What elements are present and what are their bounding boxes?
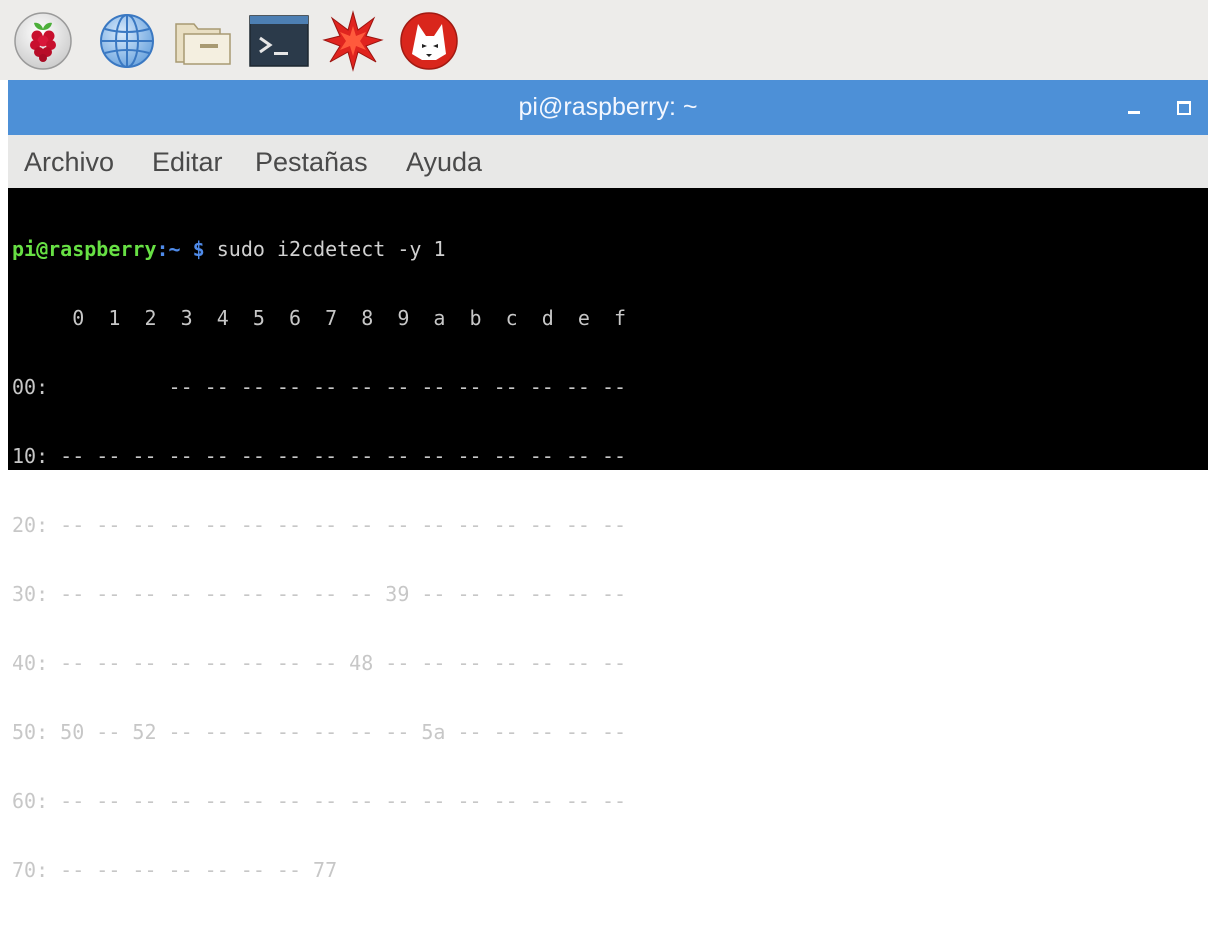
i2c-row-10: 10: -- -- -- -- -- -- -- -- -- -- -- -- … bbox=[12, 444, 627, 468]
prompt-dollar: $ bbox=[192, 237, 205, 261]
i2c-header-row: 0 1 2 3 4 5 6 7 8 9 a b c d e f bbox=[12, 306, 627, 330]
prompt-user: pi@raspberry bbox=[12, 237, 157, 261]
i2c-row-60: 60: -- -- -- -- -- -- -- -- -- -- -- -- … bbox=[12, 789, 627, 813]
file-manager-folder-icon[interactable] bbox=[172, 10, 234, 72]
i2c-row-20: 20: -- -- -- -- -- -- -- -- -- -- -- -- … bbox=[12, 513, 627, 537]
raspberry-menu-icon[interactable] bbox=[12, 10, 74, 72]
minimize-button[interactable] bbox=[1120, 94, 1148, 120]
menu-archivo[interactable]: Archivo bbox=[24, 145, 114, 179]
maximize-icon bbox=[1177, 101, 1191, 115]
i2c-row-30: 30: -- -- -- -- -- -- -- -- -- 39 -- -- … bbox=[12, 582, 627, 606]
mathematica-icon[interactable] bbox=[322, 10, 384, 72]
menu-ayuda[interactable]: Ayuda bbox=[406, 145, 482, 179]
terminal-window: pi@raspberry: ~ Archivo Editar Pestañas … bbox=[8, 80, 1208, 882]
window-title: pi@raspberry: ~ bbox=[518, 93, 698, 121]
terminal-output[interactable]: pi@raspberry:~ $ sudo i2cdetect -y 1 0 1… bbox=[8, 188, 1208, 882]
command-line: pi@raspberry:~ $ sudo i2cdetect -y 1 bbox=[12, 238, 626, 261]
web-browser-globe-icon[interactable] bbox=[96, 10, 158, 72]
terminal-icon[interactable] bbox=[248, 10, 310, 72]
i2c-row-00: 00: -- -- -- -- -- -- -- -- -- -- -- -- … bbox=[12, 375, 627, 399]
prompt-path: :~ bbox=[156, 237, 181, 261]
minimize-icon bbox=[1128, 111, 1140, 114]
command-text: sudo i2cdetect -y 1 bbox=[216, 237, 446, 261]
menu-pestanas[interactable]: Pestañas bbox=[255, 145, 368, 179]
maximize-button[interactable] bbox=[1170, 94, 1198, 120]
i2c-row-50: 50: 50 -- 52 -- -- -- -- -- -- -- 5a -- … bbox=[12, 720, 627, 744]
menu-editar[interactable]: Editar bbox=[152, 145, 223, 179]
i2c-row-70: 70: -- -- -- -- -- -- -- 77 bbox=[12, 858, 338, 882]
i2c-row-40: 40: -- -- -- -- -- -- -- -- 48 -- -- -- … bbox=[12, 651, 627, 675]
wolfram-icon[interactable] bbox=[398, 10, 460, 72]
menu-bar: Archivo Editar Pestañas Ayuda bbox=[8, 135, 1208, 188]
window-titlebar[interactable]: pi@raspberry: ~ bbox=[8, 80, 1208, 135]
taskbar bbox=[0, 0, 1208, 80]
